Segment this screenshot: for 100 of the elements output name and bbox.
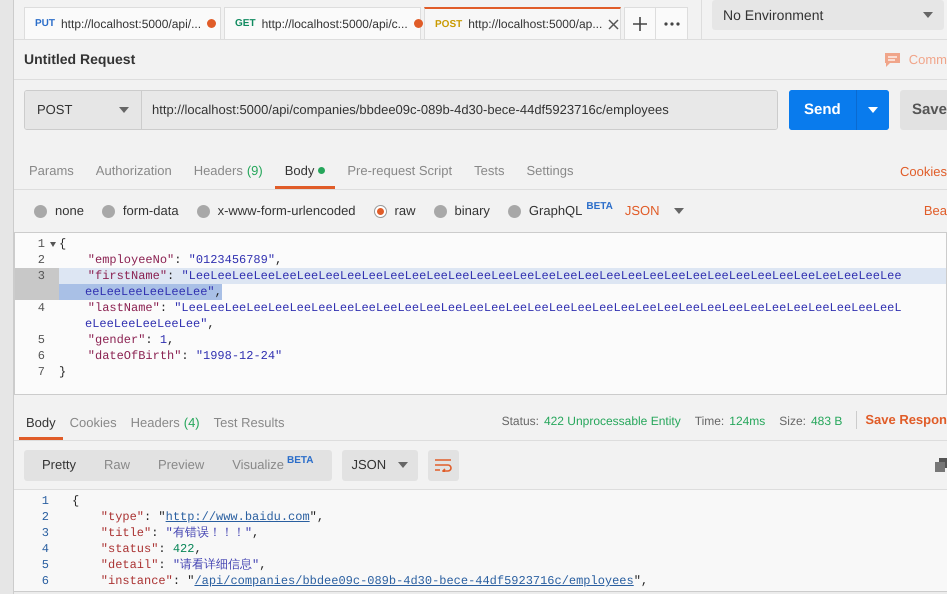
body-type-radio[interactable]: binary <box>434 201 490 221</box>
stat-value: 422 Unprocessable Entity <box>544 413 681 430</box>
tab-url: http://localhost:5000/ap... <box>468 16 602 33</box>
method-label: PUT <box>35 17 55 31</box>
code-token: http://www.baidu.com <box>166 510 310 524</box>
save-response-button[interactable]: Save Respon <box>865 410 947 430</box>
code-token: : <box>158 558 167 572</box>
code-token: : <box>174 253 182 267</box>
environment-select[interactable]: No Environment <box>712 0 944 30</box>
code-token: eeLeeLeeLeeLeeLee" <box>85 285 215 299</box>
request-option-tab[interactable]: Params <box>19 155 84 189</box>
code-token: " <box>158 510 166 524</box>
line-number: 1 <box>40 493 50 509</box>
code-token: "请看详细信息" <box>172 558 260 572</box>
body-type-radio[interactable]: form-data <box>102 201 179 221</box>
code-token: " <box>187 574 194 588</box>
request-option-tab[interactable]: Settings <box>516 155 584 189</box>
code-token: , <box>214 285 222 299</box>
format-select[interactable]: JSON <box>342 450 418 480</box>
line-number: 5 <box>36 332 46 348</box>
format-select[interactable]: JSON <box>624 201 684 221</box>
line-number: 4 <box>40 541 50 557</box>
stat-label: Time: <box>694 413 724 430</box>
stat-value: 483 B <box>810 413 842 430</box>
code-token: : <box>181 349 190 363</box>
body-type-radio[interactable]: x-www-form-urlencoded <box>196 201 356 221</box>
code-token: : <box>144 510 152 524</box>
line-number: 6 <box>36 348 46 364</box>
response-tab[interactable]: Headers (4) <box>124 408 207 440</box>
request-option-tab[interactable]: Authorization <box>86 155 182 189</box>
code-token: eLeeLeeLeeLeeLee" <box>85 317 208 331</box>
line-number: 5 <box>40 557 50 573</box>
code-token: "employeeNo" <box>86 253 174 267</box>
line-number: 6 <box>40 573 50 589</box>
save-button[interactable]: Save <box>900 90 947 130</box>
code-token: "gender" <box>86 333 146 347</box>
request-tab[interactable]: GET http://localhost:5000/api/c... <box>224 7 421 39</box>
code-token: "LeeLeeLeeLeeLeeLeeLeeLeeLeeLeeLeeLeeLeeLeeLeeLeeLeeLeeLeeLeeLeeLeeLeeLeeLeeLeeLeeLeeLeeLeeLeeLeeLee <box>181 269 902 283</box>
method-label: POST <box>435 18 462 32</box>
request-title: Untitled Request <box>24 50 136 69</box>
body-type-radio[interactable]: GraphQL BETA <box>508 201 613 221</box>
code-token: "0123456789" <box>188 253 276 267</box>
request-tab[interactable]: POST http://localhost:5000/ap... <box>424 7 621 39</box>
code-token: "detail" <box>100 558 158 572</box>
request-option-tab[interactable]: Tests <box>464 155 514 189</box>
view-mode-tab[interactable]: Pretty <box>28 450 90 480</box>
tab-url: http://localhost:5000/api/c... <box>262 16 408 32</box>
code-token: /api/companies/bbdee09c-089b-4d30-bece-44df5923716c/employees <box>194 574 634 588</box>
code-token: , <box>194 542 202 556</box>
body-type-radio[interactable]: none <box>34 201 84 221</box>
code-token: "dateOfBirth" <box>86 349 182 363</box>
code-token: "lastName" <box>86 301 160 315</box>
request-option-tab[interactable]: Headers (9) <box>184 155 273 189</box>
code-token: "status" <box>100 542 158 556</box>
code-token: : <box>151 526 160 540</box>
code-token: : <box>167 269 176 283</box>
code-token: { <box>72 494 80 508</box>
stat-label: Size: <box>779 413 806 430</box>
response-tab[interactable]: Test Results <box>206 408 292 440</box>
beta-label: BETA <box>586 200 613 214</box>
view-mode-tab[interactable]: Preview <box>144 450 218 480</box>
code-token: "firstName" <box>86 269 168 283</box>
code-token: : <box>158 542 167 556</box>
code-token: : <box>172 574 182 588</box>
stat-value: 124ms <box>729 413 766 430</box>
method-label: GET <box>235 17 256 31</box>
code-token: "LeeLeeLeeLeeLeeLeeLeeLeeLeeLeeLeeLeeLeeLeeLeeLeeLeeLeeLeeLeeLeeLeeLeeLeeLeeLeeLeeLeeLeeLeeLeeLeeLeeL <box>174 301 902 315</box>
code-token: "有错误！！！" <box>166 526 252 540</box>
beautify-link[interactable]: Bea <box>924 201 947 221</box>
code-token: } <box>59 365 66 379</box>
line-number: 1 <box>36 236 46 252</box>
code-token: "instance" <box>100 574 173 588</box>
body-type-radio[interactable]: raw <box>374 201 416 221</box>
view-mode-tab[interactable]: Raw <box>90 450 144 480</box>
code-token: , <box>207 317 215 331</box>
code-token: , <box>259 558 266 572</box>
code-token: "1998-12-24" <box>196 349 282 363</box>
code-token: : <box>160 301 168 315</box>
line-number: 2 <box>36 252 46 268</box>
code-token: 1 <box>160 333 168 347</box>
view-mode-tab[interactable]: Visualize BETA <box>218 450 328 480</box>
code-token: , <box>275 253 282 267</box>
code-token: 422 <box>172 542 194 556</box>
code-token: "title" <box>100 526 152 540</box>
line-number: 3 <box>15 268 59 284</box>
code-token: ", <box>634 574 648 588</box>
request-option-tab[interactable]: Body <box>274 155 336 189</box>
code-token: ", <box>310 510 324 524</box>
line-number: 2 <box>40 509 50 525</box>
request-tab[interactable]: PUT http://localhost:5000/api/... <box>24 7 221 39</box>
beta-label: BETA <box>287 454 314 468</box>
cookies-link[interactable]: Cookies <box>900 155 947 189</box>
response-tab[interactable]: Body <box>19 408 63 440</box>
tab-url: http://localhost:5000/api/... <box>61 16 202 32</box>
line-number: 3 <box>40 525 50 541</box>
request-option-tab[interactable]: Pre-request Script <box>337 155 462 189</box>
response-tab[interactable]: Cookies <box>62 408 124 440</box>
code-token: , <box>167 333 174 347</box>
stat-label: Status: <box>502 413 539 430</box>
line-number: 4 <box>36 300 46 316</box>
